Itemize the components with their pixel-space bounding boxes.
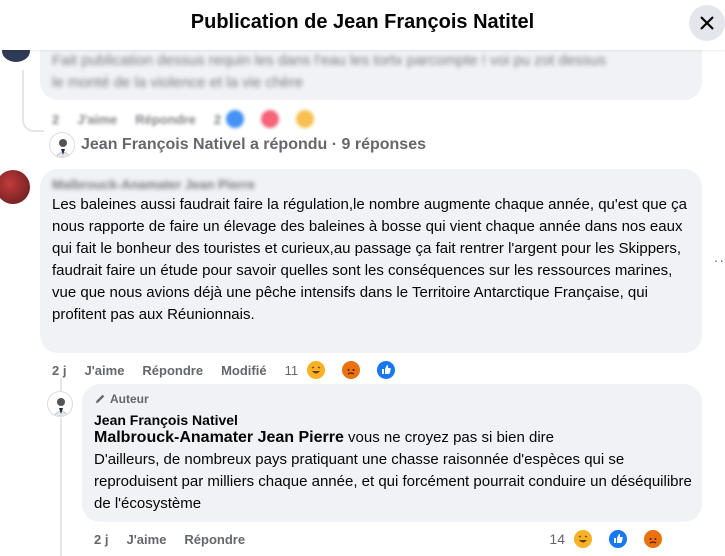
view-replies-link[interactable]: Jean François Nativel a répondu · 9 répo… xyxy=(81,136,426,154)
person-avatar-icon xyxy=(53,398,69,416)
haha-reaction-icon xyxy=(294,108,317,130)
author-badge: Auteur xyxy=(94,392,149,406)
reply-button[interactable]: Répondre xyxy=(135,112,196,127)
close-icon xyxy=(700,16,714,30)
comment-actions: 2 j J'aime Répondre Modifié 11 xyxy=(52,359,433,381)
like-reaction-icon xyxy=(607,528,629,550)
timestamp[interactable]: 2 j xyxy=(94,532,108,547)
comment-actions: 2 J'aime Répondre 2 xyxy=(52,108,352,130)
comment-text: Les baleines aussi faudrait faire la rég… xyxy=(52,196,687,323)
close-button[interactable] xyxy=(689,5,725,41)
dialog-title: Publication de Jean François Natitel xyxy=(190,11,535,33)
like-reaction-icon xyxy=(375,359,398,381)
comment-text: le monté de la violence et la vie chère xyxy=(52,74,303,91)
reaction-count[interactable]: 14 xyxy=(549,531,565,547)
mention-link[interactable]: Malbrouck-Anamater Jean Pierre xyxy=(94,429,344,446)
like-reaction-icon xyxy=(224,108,247,130)
edited-label[interactable]: Modifié xyxy=(221,363,267,378)
more-options-icon[interactable]: ·· xyxy=(714,252,725,268)
reply-bubble: Auteur Jean François Nativel Malbrouck-A… xyxy=(82,384,702,522)
reaction-icons[interactable] xyxy=(224,108,334,130)
reply-author[interactable]: Jean François Nativel xyxy=(94,412,238,428)
timestamp[interactable]: 2 xyxy=(52,112,59,127)
reply-first-line: Malbrouck-Anamater Jean Pierre vous ne c… xyxy=(94,427,692,449)
avatar[interactable] xyxy=(0,170,30,204)
person-avatar-icon xyxy=(55,139,71,157)
reaction-icons[interactable] xyxy=(572,528,682,550)
angry-reaction-icon xyxy=(340,359,363,381)
love-reaction-icon xyxy=(259,108,282,130)
pencil-icon xyxy=(95,394,105,404)
avatar[interactable] xyxy=(49,132,75,158)
reply-button[interactable]: Répondre xyxy=(142,363,203,378)
author-badge-label: Auteur xyxy=(110,392,149,406)
comment-bubble: Malbrouck-Anamater Jean Pierre Les balei… xyxy=(40,169,702,353)
haha-reaction-icon xyxy=(572,528,594,550)
reaction-count[interactable]: 11 xyxy=(285,363,299,378)
reply-text: D'ailleurs, de nombreux pays pratiquant … xyxy=(94,451,692,512)
timestamp[interactable]: 2 j xyxy=(52,363,66,378)
haha-reaction-icon xyxy=(305,359,328,381)
dialog-header: Publication de Jean François Natitel xyxy=(0,0,725,50)
like-button[interactable]: J'aime xyxy=(77,112,117,127)
reply-actions: 2 j J'aime Répondre 14 xyxy=(94,528,700,550)
reaction-icons[interactable] xyxy=(305,359,415,381)
like-button[interactable]: J'aime xyxy=(126,532,166,547)
thread-line xyxy=(60,418,62,556)
angry-reaction-icon xyxy=(642,528,664,550)
thread-line xyxy=(22,70,44,132)
avatar[interactable] xyxy=(47,391,73,417)
like-button[interactable]: J'aime xyxy=(84,363,124,378)
comment-author[interactable]: Malbrouck-Anamater Jean Pierre xyxy=(52,177,255,192)
comment-text: Fait publication dessus requin les dans … xyxy=(52,52,606,69)
reaction-count[interactable]: 2 xyxy=(214,112,221,127)
reply-button[interactable]: Répondre xyxy=(184,532,245,547)
reply-text-after-mention: vous ne croyez pas si bien dire xyxy=(343,429,554,446)
